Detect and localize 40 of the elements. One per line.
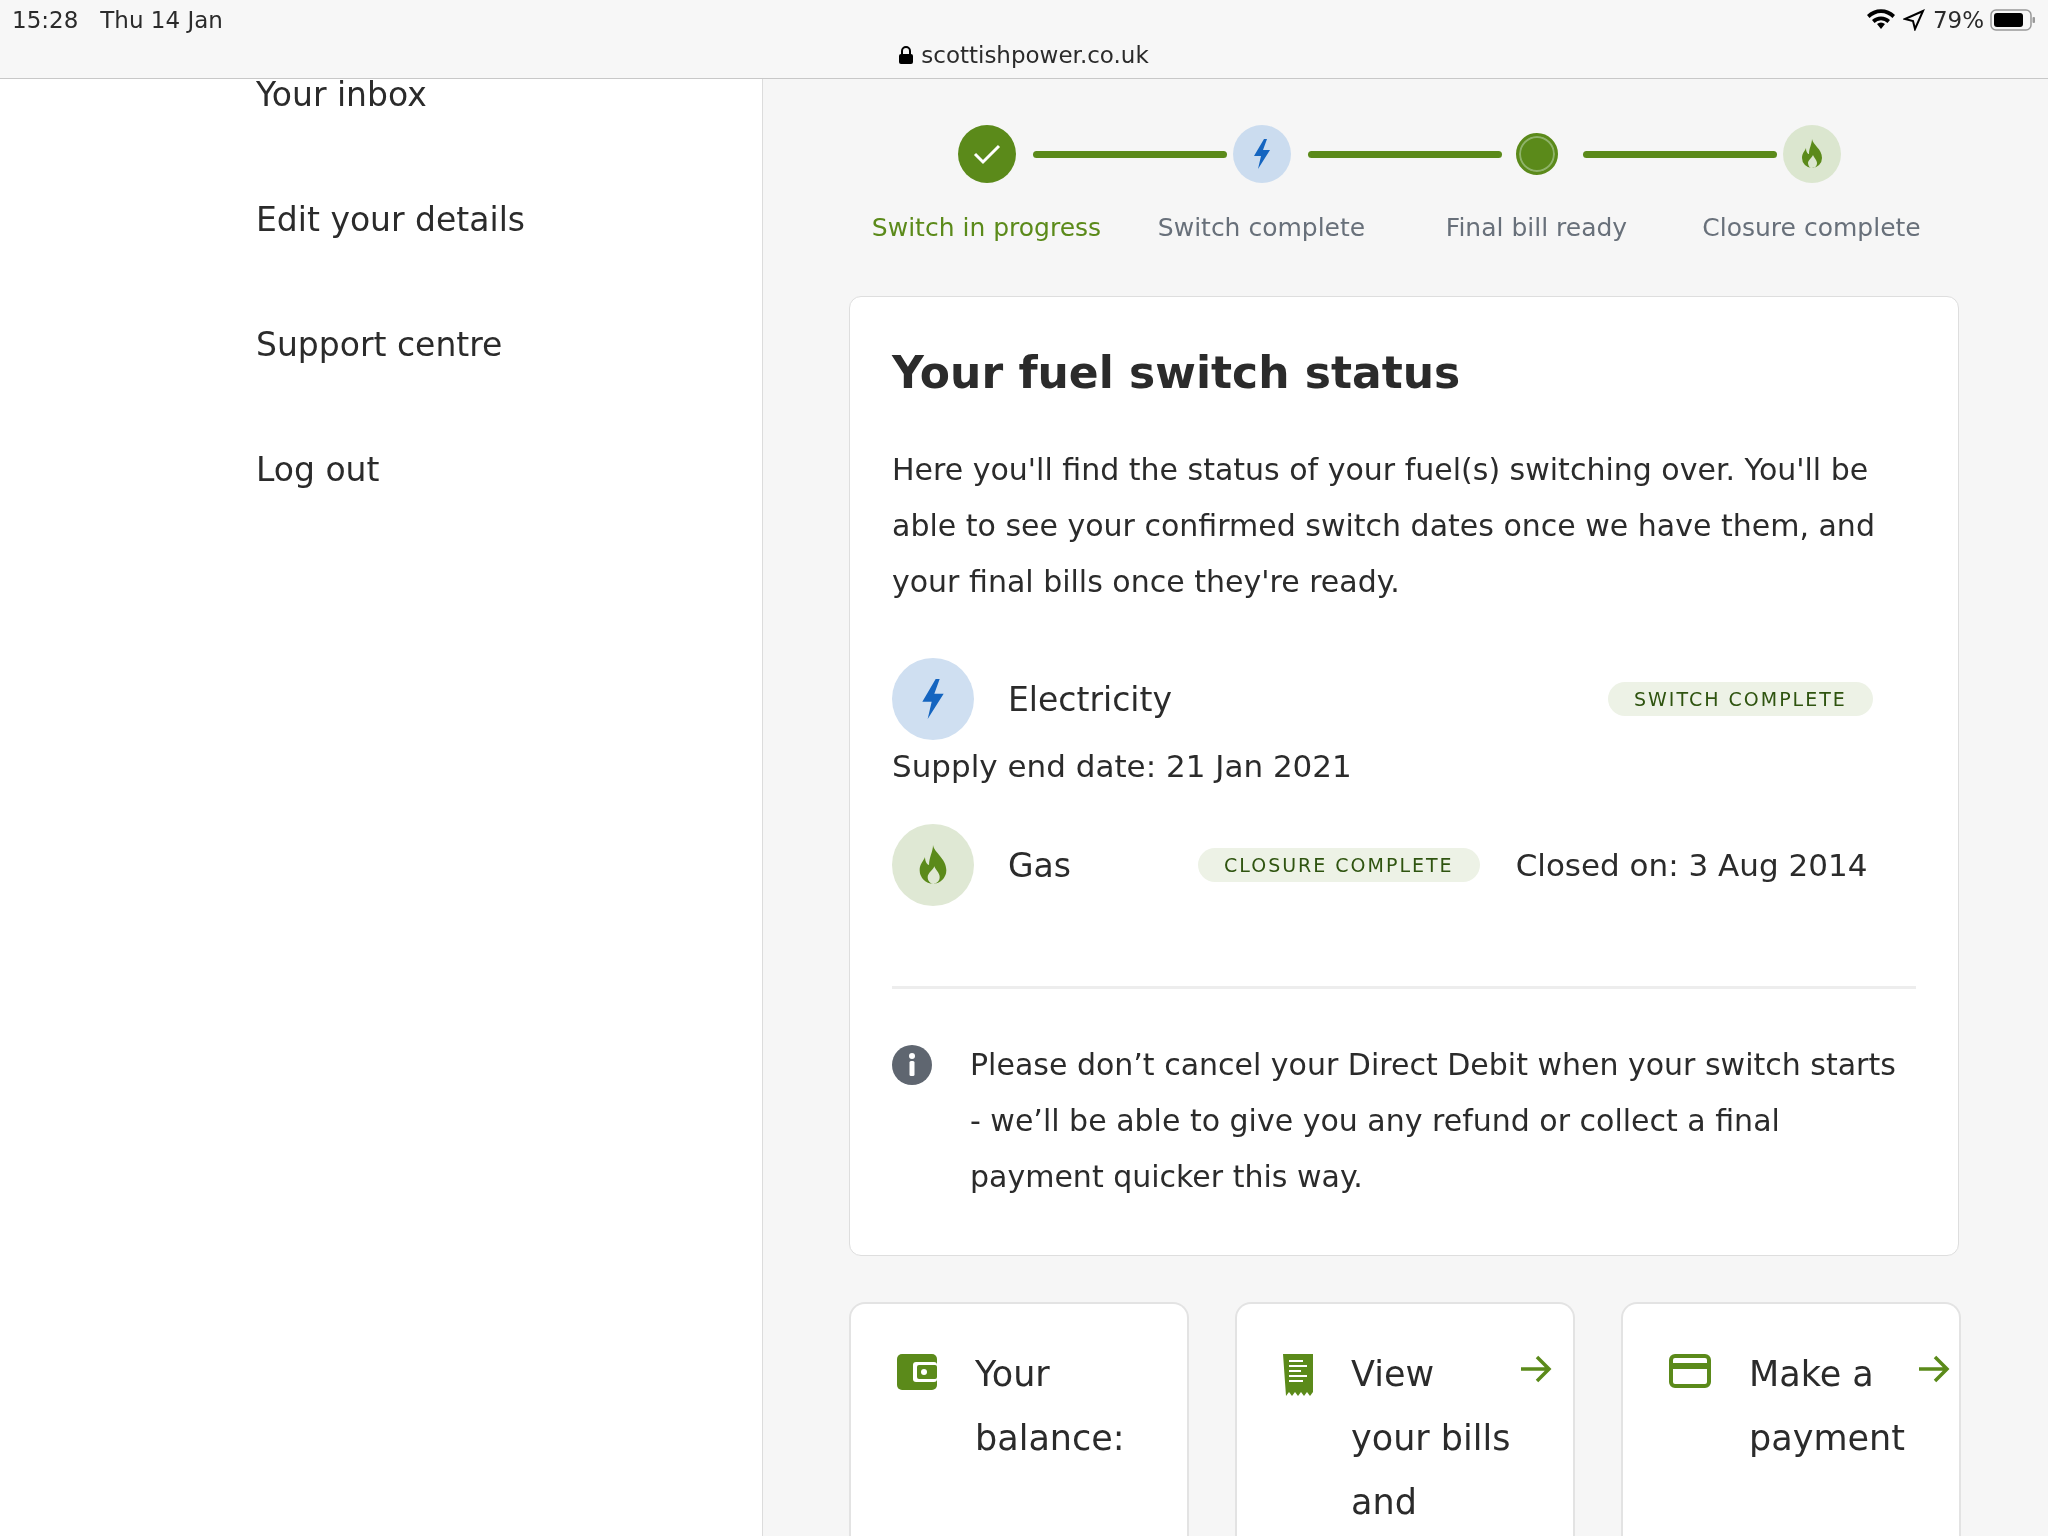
step-label: Final bill ready [1445, 213, 1628, 242]
clock-time: 15:28 [12, 7, 79, 33]
fuel-name: Electricity [1008, 679, 1173, 719]
sidebar-link[interactable]: Your inbox [256, 75, 427, 200]
step-label: Switch in progress [871, 213, 1102, 242]
sidebar-link[interactable]: Edit your details [256, 200, 526, 325]
info-text: Please don’t cancel your Direct Debit when your switch starts - we’ll be able to give you any refund or collect a final payment quicker this way. [970, 1046, 1897, 1196]
lightning-bolt-icon [1252, 139, 1271, 169]
lightning-bolt-icon [921, 679, 945, 719]
wallet-icon [897, 1354, 937, 1390]
lock-icon [899, 46, 914, 64]
fuel-name: Gas [1008, 845, 1072, 885]
location-arrow-icon [1902, 9, 1925, 31]
url-text: scottishpower.co.uk [921, 42, 1149, 68]
battery-percentage: 79% [1932, 7, 1984, 33]
action-card[interactable]: Make a payment [1621, 1302, 1961, 1536]
step-label: Closure complete [1702, 213, 1921, 242]
intro-text: Here you'll find the status of your fuel(s) switching over. You'll be able to see your confirmed switch dates once we have them, and your final bills once they're ready. [892, 451, 1876, 601]
step-label: Switch complete [1157, 213, 1366, 242]
sidebar-link[interactable]: Support centre [256, 325, 503, 450]
info-icon [892, 1045, 932, 1085]
receipt-icon [1283, 1354, 1313, 1396]
wifi-icon [1866, 9, 1895, 31]
arrow-right-icon [1917, 1354, 1951, 1384]
status-badge: CLOSURE COMPLETE [1198, 848, 1480, 882]
sidebar-link[interactable]: Log out [256, 450, 380, 575]
supply-end-date: Supply end date: 21 Jan 2021 [892, 748, 1353, 784]
credit-card-icon [1669, 1354, 1711, 1388]
flame-icon [917, 845, 949, 885]
arrow-right-icon [1519, 1354, 1553, 1384]
status-badge: SWITCH COMPLETE [1608, 682, 1873, 716]
flame-icon [1799, 139, 1824, 169]
card-title: Your fuel switch status [892, 347, 1462, 398]
step-dot [1515, 133, 1558, 175]
action-card[interactable]: Your balance: [849, 1302, 1189, 1536]
date-text: Thu 14 Jan [100, 7, 223, 33]
action-card[interactable]: View your bills and [1235, 1302, 1575, 1536]
closed-on-date: Closed on: 3 Aug 2014 [1515, 847, 1868, 883]
check-icon [971, 142, 1002, 166]
battery-icon [1990, 8, 2036, 32]
